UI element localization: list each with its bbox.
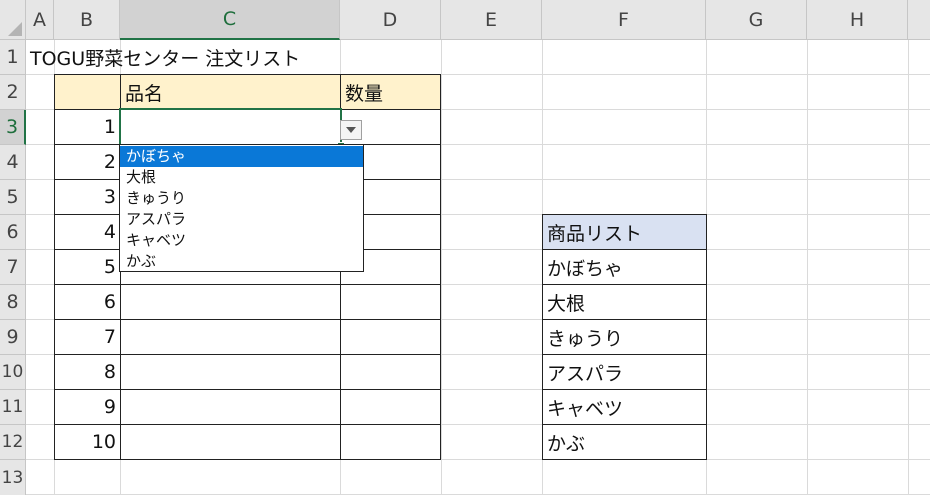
table-row-number[interactable]: 7 (54, 319, 121, 355)
row-header-10[interactable]: 10 (0, 355, 26, 390)
table-row-number[interactable]: 2 (54, 144, 121, 180)
row-header-13[interactable]: 13 (0, 460, 26, 495)
row-header-7[interactable]: 7 (0, 250, 26, 285)
dropdown-option[interactable]: かぼちゃ (120, 146, 363, 167)
table-cell-quantity[interactable] (340, 319, 441, 355)
row-header-9[interactable]: 9 (0, 320, 26, 355)
table-row-number[interactable]: 9 (54, 389, 121, 425)
active-cell-c3[interactable] (119, 108, 342, 146)
dropdown-option[interactable]: きゅうり (120, 188, 363, 209)
triangle-down-icon (346, 127, 356, 133)
column-header-g[interactable]: G (706, 0, 807, 40)
table-header-quantity[interactable]: 数量 (340, 74, 441, 110)
column-header-e[interactable]: E (441, 0, 542, 40)
table-cell-item-name[interactable] (120, 424, 341, 460)
column-header-c[interactable]: C (120, 0, 340, 40)
table-row-number[interactable]: 10 (54, 424, 121, 460)
table-header-item-name[interactable]: 品名 (120, 74, 341, 110)
spreadsheet-grid: A B C D E F G H 1 2 3 4 5 6 7 8 9 10 11 … (0, 0, 930, 495)
table-row-number[interactable]: 1 (54, 109, 121, 145)
row-header-11[interactable]: 11 (0, 390, 26, 425)
product-list-item[interactable]: アスパラ (542, 354, 707, 390)
row-header-3[interactable]: 3 (0, 110, 26, 145)
dropdown-button[interactable] (340, 120, 362, 140)
column-header-f[interactable]: F (542, 0, 706, 40)
product-list-item[interactable]: キャベツ (542, 389, 707, 425)
table-cell-item-name[interactable] (120, 354, 341, 390)
row-header-12[interactable]: 12 (0, 425, 26, 460)
product-list-item[interactable]: かぶ (542, 424, 707, 460)
sheet-title[interactable]: TOGU野菜センター 注文リスト (26, 40, 386, 75)
product-list-item[interactable]: きゅうり (542, 319, 707, 355)
row-header-4[interactable]: 4 (0, 145, 26, 180)
column-header-a[interactable]: A (26, 0, 54, 40)
table-header-number[interactable] (54, 74, 121, 110)
select-all-triangle-icon (8, 22, 22, 36)
table-cell-quantity[interactable] (340, 284, 441, 320)
row-header-8[interactable]: 8 (0, 285, 26, 320)
row-header-5[interactable]: 5 (0, 180, 26, 215)
table-cell-item-name[interactable] (120, 389, 341, 425)
dropdown-option[interactable]: かぶ (120, 251, 363, 272)
table-cell-quantity[interactable] (340, 389, 441, 425)
dropdown-option[interactable]: キャベツ (120, 230, 363, 251)
validation-dropdown-list[interactable]: かぼちゃ 大根 きゅうり アスパラ キャベツ かぶ (119, 144, 364, 272)
row-header-6[interactable]: 6 (0, 215, 26, 250)
select-all-corner[interactable] (0, 0, 26, 40)
product-list-item[interactable]: かぼちゃ (542, 249, 707, 285)
table-cell-item-name[interactable] (120, 319, 341, 355)
table-row-number[interactable]: 3 (54, 179, 121, 215)
table-row-number[interactable]: 4 (54, 214, 121, 250)
product-list-header[interactable]: 商品リスト (542, 214, 707, 250)
column-header-h[interactable]: H (807, 0, 908, 40)
column-header-d[interactable]: D (340, 0, 441, 40)
column-header-i[interactable] (908, 0, 930, 40)
table-cell-quantity[interactable] (340, 424, 441, 460)
table-cell-item-name[interactable] (120, 284, 341, 320)
product-list-item[interactable]: 大根 (542, 284, 707, 320)
table-row-number[interactable]: 5 (54, 249, 121, 285)
row-header-1[interactable]: 1 (0, 40, 26, 75)
row-header-2[interactable]: 2 (0, 75, 26, 110)
table-row-number[interactable]: 6 (54, 284, 121, 320)
column-header-b[interactable]: B (54, 0, 120, 40)
table-cell-quantity[interactable] (340, 354, 441, 390)
dropdown-option[interactable]: 大根 (120, 167, 363, 188)
dropdown-option[interactable]: アスパラ (120, 209, 363, 230)
table-row-number[interactable]: 8 (54, 354, 121, 390)
